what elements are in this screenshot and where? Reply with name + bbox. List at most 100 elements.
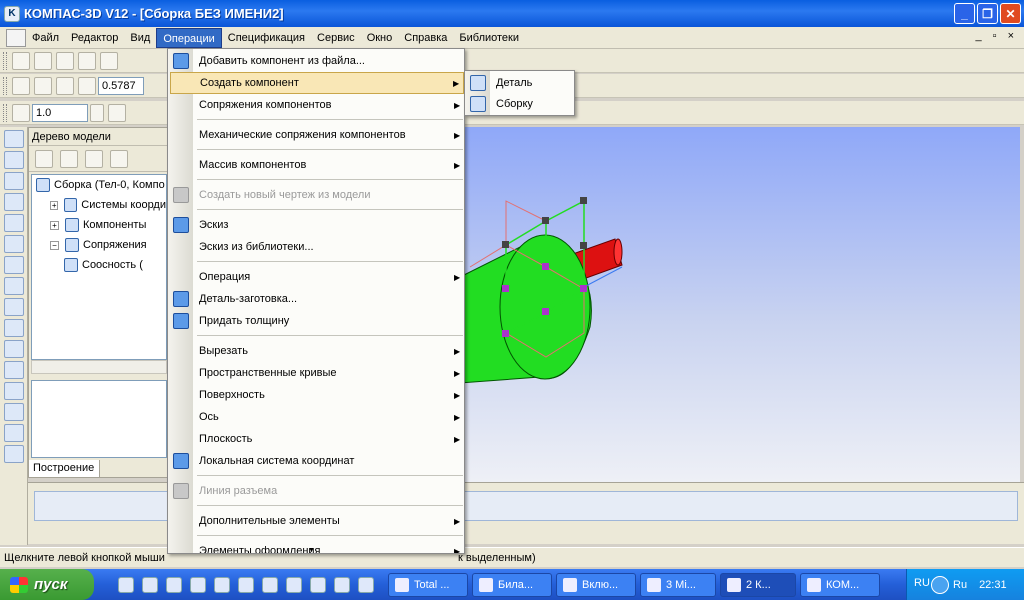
- menu-item[interactable]: Файл: [26, 28, 65, 48]
- add-body-icon[interactable]: [4, 403, 24, 421]
- zoom-in-icon[interactable]: [56, 76, 74, 95]
- zoom-scale-icon[interactable]: [78, 76, 96, 95]
- tab-build[interactable]: Построение: [28, 460, 100, 478]
- ql-icon[interactable]: [118, 576, 134, 593]
- menu-item[interactable]: Операции: [156, 27, 222, 48]
- save-icon[interactable]: [56, 51, 74, 70]
- expander-icon[interactable]: +: [50, 200, 59, 210]
- menu-item-operations[interactable]: Добавить компонент из файла...: [170, 50, 464, 72]
- step-icon[interactable]: [12, 103, 30, 122]
- menu-item[interactable]: Сервис: [311, 28, 361, 48]
- menu-item[interactable]: Редактор: [65, 28, 124, 48]
- print-icon[interactable]: [78, 51, 96, 70]
- document-icon[interactable]: [6, 28, 26, 47]
- tray-lang[interactable]: Ru: [953, 579, 967, 591]
- menu-item-operations[interactable]: Вырезать ▶: [170, 340, 464, 362]
- ql-icon[interactable]: [358, 576, 374, 593]
- menu-item-operations[interactable]: Массив компонентов ▶: [170, 154, 464, 176]
- taskbar-task[interactable]: 2 К...: [720, 572, 796, 597]
- style-icon[interactable]: [108, 103, 126, 122]
- report-icon[interactable]: [4, 277, 24, 295]
- create-assembly-item[interactable]: Сборку: [467, 94, 573, 114]
- menu-item-operations[interactable]: Локальная система координат: [170, 450, 464, 472]
- ql-icon[interactable]: [142, 576, 158, 593]
- expander-icon[interactable]: +: [50, 220, 59, 230]
- menu-item-operations[interactable]: Создать компонент ▶: [170, 72, 464, 94]
- tree-view-icon[interactable]: [60, 149, 78, 168]
- tree-sort-icon[interactable]: [85, 149, 103, 168]
- menu-item-operations[interactable]: Элементы оформления ▶: [170, 540, 464, 553]
- new-file-icon[interactable]: [12, 51, 30, 70]
- library-icon[interactable]: [4, 424, 24, 442]
- zoom-window-icon[interactable]: [34, 76, 52, 95]
- tree-row[interactable]: Соосность (: [32, 255, 166, 275]
- ql-icon[interactable]: [310, 576, 326, 593]
- toolbar-grip[interactable]: [3, 51, 7, 70]
- tree-row[interactable]: + Системы коорди: [32, 195, 166, 215]
- menu-item-operations[interactable]: Придать толщину: [170, 310, 464, 332]
- menu-item-operations[interactable]: Плоскость ▶: [170, 428, 464, 450]
- taskbar-task[interactable]: 3 Mi...: [640, 572, 716, 597]
- menu-item[interactable]: Справка: [398, 28, 453, 48]
- menu-item-operations[interactable]: Деталь-заготовка...: [170, 288, 464, 310]
- measure-icon[interactable]: [4, 298, 24, 316]
- firefox-icon[interactable]: [334, 576, 350, 593]
- document-window-controls[interactable]: _ ▫ ×: [975, 30, 1018, 42]
- specification-icon[interactable]: [4, 256, 24, 274]
- ql-icon[interactable]: [286, 576, 302, 593]
- tree-row[interactable]: + Компоненты: [32, 215, 166, 235]
- menu-item-operations[interactable]: Пространственные кривые ▶: [170, 362, 464, 384]
- menu-item-operations[interactable]: Эскиз: [170, 214, 464, 236]
- input-language[interactable]: RU: [914, 577, 930, 589]
- ql-icon[interactable]: [166, 576, 182, 593]
- opera-icon[interactable]: [214, 576, 230, 593]
- tree-structure-icon[interactable]: [35, 149, 53, 168]
- menu-item-operations[interactable]: Дополнительные элементы ▶: [170, 510, 464, 532]
- minimize-button[interactable]: _: [954, 3, 975, 24]
- menu-item[interactable]: Окно: [361, 28, 399, 48]
- zoom-input[interactable]: 0.5787: [98, 76, 144, 95]
- create-part-item[interactable]: Деталь: [467, 73, 573, 93]
- edit-component-icon[interactable]: [4, 130, 24, 148]
- view-icon[interactable]: [4, 445, 24, 463]
- taskbar-task[interactable]: Total ...: [388, 572, 468, 597]
- menu-item[interactable]: Вид: [124, 28, 156, 48]
- menu-item-operations[interactable]: Операция ▶: [170, 266, 464, 288]
- toolbar-grip[interactable]: [3, 76, 7, 95]
- rotate-component-icon[interactable]: [4, 361, 24, 379]
- taskbar-task[interactable]: Вклю...: [556, 572, 636, 597]
- array-icon[interactable]: [4, 382, 24, 400]
- firefox-icon[interactable]: [190, 576, 206, 593]
- expander-icon[interactable]: −: [50, 240, 59, 250]
- menu-more-arrow-icon[interactable]: ▼: [308, 547, 315, 553]
- toolbar-grip[interactable]: [3, 103, 7, 122]
- chrome-icon[interactable]: [238, 576, 254, 593]
- menu-item-operations[interactable]: Сопряжения компонентов ▶: [170, 94, 464, 116]
- taskbar-task[interactable]: Била...: [472, 572, 552, 597]
- tree-copy-icon[interactable]: [110, 149, 128, 168]
- surfaces-icon[interactable]: [4, 172, 24, 190]
- open-file-icon[interactable]: [34, 51, 52, 70]
- menu-item-operations[interactable]: Механические сопряжения компонентов ▶: [170, 124, 464, 146]
- mates-icon[interactable]: [4, 193, 24, 211]
- tree-row[interactable]: − Сопряжения: [32, 235, 166, 255]
- dimensions-icon[interactable]: [4, 214, 24, 232]
- ql-icon[interactable]: [262, 576, 278, 593]
- language-icon[interactable]: [931, 575, 949, 594]
- step-input[interactable]: 1.0: [32, 103, 88, 122]
- zoom-fit-icon[interactable]: [12, 76, 30, 95]
- preview-icon[interactable]: [100, 51, 118, 70]
- tree-row[interactable]: Сборка (Тел-0, Компо: [32, 175, 166, 195]
- start-button[interactable]: пуск: [0, 569, 94, 600]
- create-part-icon[interactable]: [4, 319, 24, 337]
- menu-item-operations[interactable]: Ось ▶: [170, 406, 464, 428]
- filter-icon[interactable]: [4, 235, 24, 253]
- menu-item-operations[interactable]: Эскиз из библиотеки...: [170, 236, 464, 258]
- curves-icon[interactable]: [4, 151, 24, 169]
- menu-item[interactable]: Спецификация: [222, 28, 311, 48]
- taskbar-task[interactable]: КОМ...: [800, 572, 880, 597]
- restore-button[interactable]: ❐: [977, 3, 998, 24]
- menu-item[interactable]: Библиотеки: [453, 28, 525, 48]
- menu-item-operations[interactable]: Поверхность ▶: [170, 384, 464, 406]
- move-component-icon[interactable]: [4, 340, 24, 358]
